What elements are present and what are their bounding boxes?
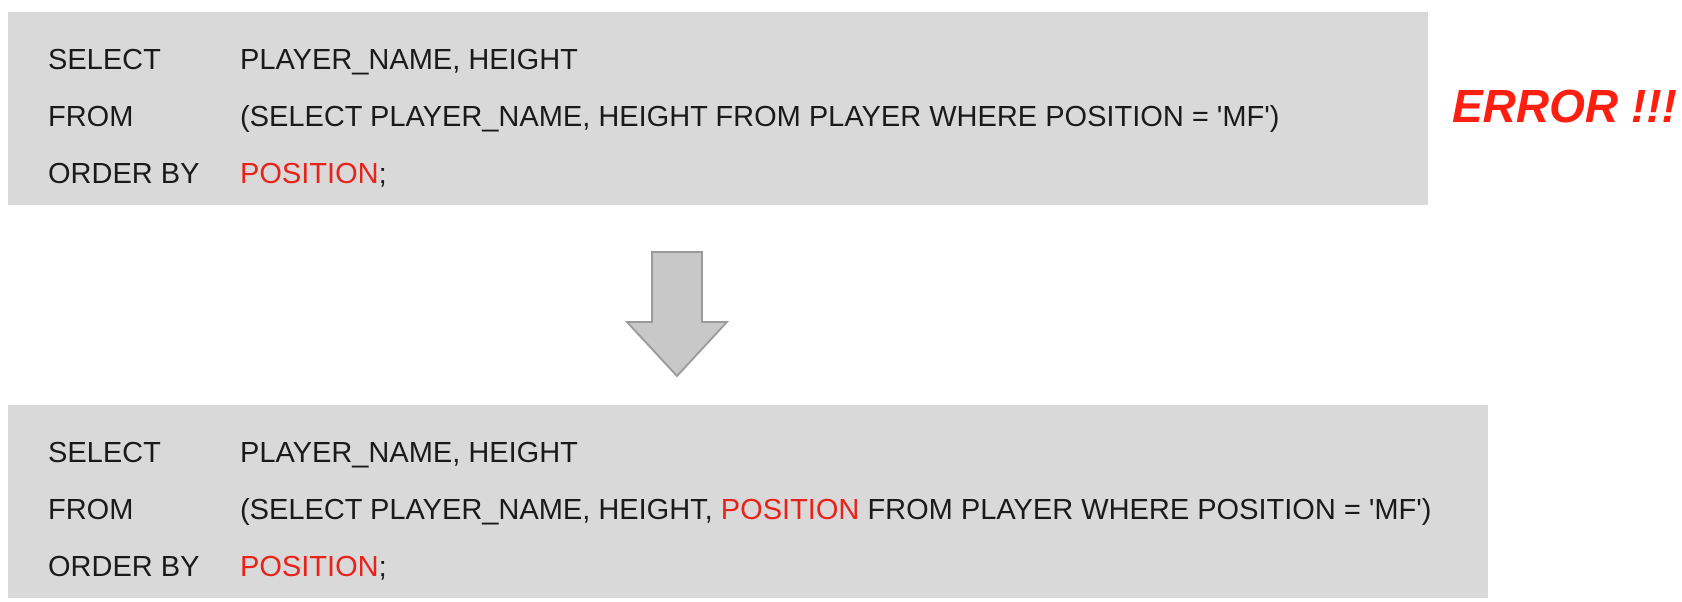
arrow-shape <box>625 251 729 378</box>
statement-terminator: ; <box>378 158 387 190</box>
query-line-select: SELECT PLAYER_NAME, HEIGHT <box>28 32 1428 89</box>
keyword-order-by: ORDER BY <box>48 158 200 190</box>
down-arrow-icon <box>625 251 729 378</box>
error-label: ERROR !!! <box>1452 80 1677 132</box>
query-line-order-by: ORDER BY POSITION; <box>28 146 1428 203</box>
keyword-from: FROM <box>48 101 134 133</box>
query-line-select: SELECT PLAYER_NAME, HEIGHT <box>28 425 1488 482</box>
statement-terminator: ; <box>378 551 387 583</box>
query-line-from: FROM (SELECT PLAYER_NAME, HEIGHT FROM PL… <box>28 89 1428 146</box>
select-clause: PLAYER_NAME, HEIGHT <box>240 437 578 469</box>
order-by-clause: POSITION; <box>240 539 387 596</box>
original-query-box: SELECT PLAYER_NAME, HEIGHT FROM (SELECT … <box>8 12 1428 205</box>
query-line-from: FROM (SELECT PLAYER_NAME, HEIGHT, POSITI… <box>28 482 1488 539</box>
query-line-order-by: ORDER BY POSITION; <box>28 539 1488 596</box>
corrected-query-box: SELECT PLAYER_NAME, HEIGHT FROM (SELECT … <box>8 405 1488 598</box>
order-by-column-highlight: POSITION <box>240 158 379 190</box>
keyword-select: SELECT <box>48 44 161 76</box>
keyword-from: FROM <box>48 494 134 526</box>
from-clause-after: FROM PLAYER WHERE POSITION = 'MF') <box>867 494 1432 526</box>
order-by-column-highlight: POSITION <box>240 551 379 583</box>
from-clause: (SELECT PLAYER_NAME, HEIGHT FROM PLAYER … <box>240 101 1280 133</box>
added-column-highlight: POSITION <box>720 494 860 526</box>
from-clause: (SELECT PLAYER_NAME, HEIGHT, POSITION FR… <box>240 482 1431 539</box>
select-clause: PLAYER_NAME, HEIGHT <box>240 44 578 76</box>
order-by-clause: POSITION; <box>240 146 387 203</box>
keyword-select: SELECT <box>48 437 161 469</box>
from-clause-before: (SELECT PLAYER_NAME, HEIGHT, <box>240 494 713 526</box>
keyword-order-by: ORDER BY <box>48 551 200 583</box>
